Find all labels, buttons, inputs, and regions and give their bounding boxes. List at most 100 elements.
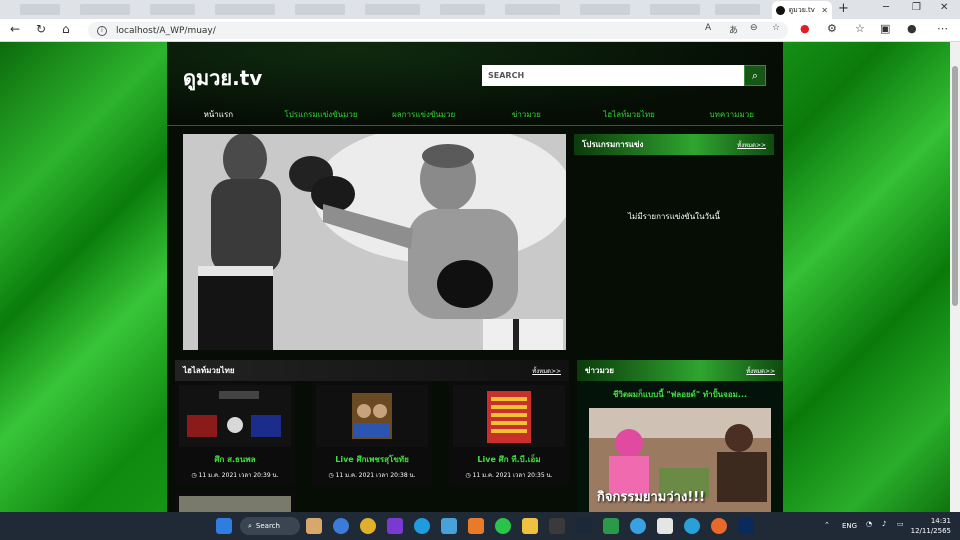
telegram-app-icon[interactable] — [684, 518, 700, 534]
extensions-icon[interactable]: ⚙ — [827, 22, 837, 35]
program-panel-title: โปรแกรมการแข่ง — [582, 140, 644, 149]
nav-item-highlights[interactable]: ไฮไลท์มวยไทย — [578, 104, 681, 125]
profile-avatar[interactable]: ● — [907, 22, 917, 35]
highlight-thumbnail — [453, 385, 565, 447]
blurred-tab[interactable] — [715, 4, 760, 15]
clock-icon: ◷ — [191, 472, 199, 479]
sheets-app-icon[interactable] — [603, 518, 619, 534]
scrollbar-thumb[interactable] — [952, 66, 958, 306]
tray-overflow-icon[interactable]: ⌃ — [824, 521, 830, 529]
chrome-beta-app-icon[interactable] — [360, 518, 376, 534]
opera-extension-icon[interactable]: ● — [800, 22, 810, 35]
news-view-all-link[interactable]: ทั้งหมด>> — [746, 366, 775, 376]
blurred-tab[interactable] — [20, 4, 60, 15]
browser-address-bar: ← ↻ ⌂ i localhost/A_WP/muay/ A あ ⊖ ☆ ● ⚙… — [0, 19, 960, 42]
nav-item-program[interactable]: โปรแกรมแข่งขันมวย — [270, 104, 373, 125]
program-view-all-link[interactable]: ทั้งหมด>> — [737, 140, 766, 150]
highlight-panel-header: ไฮไลท์มวยไทย ทั้งหมด>> — [175, 360, 569, 381]
browser-app-icon[interactable] — [630, 518, 646, 534]
url-text[interactable]: localhost/A_WP/muay/ — [116, 26, 216, 36]
blurred-tab[interactable] — [505, 4, 560, 15]
highlight-card-partial[interactable] — [175, 492, 295, 512]
highlight-view-all-link[interactable]: ทั้งหมด>> — [532, 366, 561, 376]
nav-item-articles[interactable]: บทความมวย — [680, 104, 783, 125]
search-input[interactable] — [482, 65, 744, 86]
file-manager-app-icon[interactable] — [306, 518, 322, 534]
blurred-tab[interactable] — [295, 4, 345, 15]
steam-app-icon[interactable] — [576, 518, 592, 534]
translate-icon[interactable]: あ — [729, 23, 738, 36]
clock-time[interactable]: 14:31 — [921, 517, 951, 525]
site-favicon-icon — [776, 5, 785, 15]
brave-app-icon[interactable] — [711, 518, 727, 534]
terminal-app-icon[interactable] — [549, 518, 565, 534]
back-arrow-icon[interactable]: ← — [10, 22, 20, 36]
home-icon[interactable]: ⌂ — [62, 22, 70, 36]
battery-icon[interactable]: ▭ — [897, 520, 904, 528]
favorites-icon[interactable]: ☆ — [855, 22, 865, 35]
start-menu-icon[interactable] — [216, 518, 232, 534]
chrome-app-icon[interactable] — [333, 518, 349, 534]
blurred-tab[interactable] — [580, 4, 630, 15]
favorite-star-icon[interactable]: ☆ — [772, 23, 780, 33]
news-thumbnail[interactable]: กิจกรรมยามว่าง!!! — [589, 408, 771, 512]
reload-icon[interactable]: ↻ — [36, 22, 46, 36]
highlight-card[interactable]: Live ศึก ที.บี.เอ็ม ◷ 11 ม.ค. 2021 เวลา … — [449, 381, 569, 485]
search-icon: ⌕ — [248, 521, 252, 530]
site-logo[interactable]: ดูมวย.tv — [183, 62, 262, 94]
blurred-tab[interactable] — [215, 4, 275, 15]
line-app-icon[interactable] — [495, 518, 511, 534]
windows-taskbar: ⌕ Search ⌃ ENG ◔ ♪ ▭ 14:31 12/11/2565 — [0, 512, 960, 540]
language-indicator[interactable]: ENG — [842, 522, 857, 530]
volume-icon[interactable]: ♪ — [882, 520, 886, 528]
url-field[interactable]: i localhost/A_WP/muay/ — [88, 22, 788, 39]
news-panel-title: ข่าวมวย — [585, 366, 614, 375]
hero-image[interactable] — [183, 134, 566, 350]
folder-app-icon[interactable] — [522, 518, 538, 534]
highlight-card-date: ◷ 11 ม.ค. 2021 เวลา 20:39 น. — [191, 472, 279, 479]
edge-app-icon[interactable] — [414, 518, 430, 534]
wifi-icon[interactable]: ◔ — [866, 520, 872, 528]
highlight-card[interactable]: ศึก ส.ธนพล ◷ 11 ม.ค. 2021 เวลา 20:39 น. — [175, 381, 295, 485]
photoshop-app-icon[interactable] — [738, 518, 754, 534]
site-info-icon[interactable]: i — [97, 25, 107, 36]
nav-item-home[interactable]: หน้าแรก — [167, 104, 270, 125]
highlight-card-title[interactable]: Live ศึก ที.บี.เอ็ม — [449, 453, 569, 466]
search-icon: ⌕ — [751, 68, 759, 82]
highlight-card-title[interactable]: ศึก ส.ธนพล — [175, 453, 295, 466]
zoom-icon[interactable]: ⊖ — [750, 23, 758, 33]
site-container: ดูมวย.tv ⌕ หน้าแรก โปรแกรมแข่งขันมวย ผลก… — [167, 42, 783, 512]
highlight-thumbnail — [179, 496, 291, 512]
maximize-button[interactable]: ❐ — [912, 2, 921, 13]
close-tab-icon[interactable]: ✕ — [821, 6, 828, 15]
tab-title: ดูมวย.tv — [788, 5, 815, 14]
xampp-app-icon[interactable] — [468, 518, 484, 534]
close-window-button[interactable]: ✕ — [940, 2, 948, 13]
calculator-app-icon[interactable] — [441, 518, 457, 534]
nav-item-news[interactable]: ข่าวมวย — [475, 104, 578, 125]
highlight-card[interactable]: Live ศึกเพชรสุโขทัย ◷ 11 ม.ค. 2021 เวลา … — [312, 381, 432, 485]
news-headline[interactable]: ชีวิตผมก็แบบนี้ "ฟลอยด์" ทำปั้นจอม... — [577, 388, 783, 401]
blurred-tab[interactable] — [80, 4, 130, 15]
active-browser-tab[interactable]: ดูมวย.tv ✕ — [772, 1, 832, 19]
blurred-tab[interactable] — [150, 4, 195, 15]
ide-app-icon[interactable] — [387, 518, 403, 534]
minimize-button[interactable]: ─ — [883, 2, 889, 13]
blurred-tab[interactable] — [650, 4, 700, 15]
taskbar-search[interactable]: ⌕ Search — [240, 517, 300, 535]
blurred-tab[interactable] — [440, 4, 485, 15]
blurred-tab[interactable] — [365, 4, 420, 15]
search-button[interactable]: ⌕ — [744, 65, 766, 86]
calendar-app-icon[interactable] — [657, 518, 673, 534]
nav-item-results[interactable]: ผลการแข่งขันมวย — [372, 104, 475, 125]
highlight-card-title[interactable]: Live ศึกเพชรสุโขทัย — [312, 453, 432, 466]
page-scrollbar[interactable] — [950, 42, 960, 512]
collections-icon[interactable]: ▣ — [880, 22, 890, 35]
new-tab-button[interactable]: + — [838, 1, 849, 16]
read-aloud-icon[interactable]: A — [705, 23, 711, 33]
clock-date[interactable]: 12/11/2565 — [908, 527, 951, 535]
news-panel-header: ข่าวมวย ทั้งหมด>> — [577, 360, 783, 381]
clock-icon: ◷ — [328, 472, 336, 479]
browser-tab-bar: ดูมวย.tv ✕ + ─ ❐ ✕ — [0, 0, 960, 19]
more-menu-icon[interactable]: ⋯ — [937, 22, 948, 35]
